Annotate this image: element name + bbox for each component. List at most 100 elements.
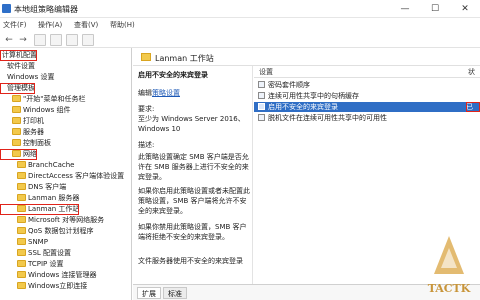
- navigation-tree[interactable]: 计算机配置软件设置 Windows 设置 管理模板 "开始"菜单和任务栏 Windows…: [0, 48, 132, 300]
- forward-arrow-icon[interactable]: →: [17, 34, 29, 46]
- title-bar: 本地组策略编辑器 — ☐ ✕: [0, 0, 480, 18]
- description-p3: 如果你禁用此策略设置，SMB 客户端将拒绝不安全的来宾登录。: [138, 223, 247, 241]
- tree-item[interactable]: TCPIP 设置: [0, 259, 131, 270]
- back-arrow-icon[interactable]: ←: [3, 34, 15, 46]
- menu-bar: 文件(F) 操作(A) 查看(V) 帮助(H): [0, 18, 480, 32]
- watermark-logo: TACTK: [428, 236, 471, 295]
- folder-icon: [17, 194, 26, 201]
- folder-icon: [12, 139, 21, 146]
- setting-row[interactable]: 密码套件顺序: [254, 80, 480, 90]
- tab-extended[interactable]: 扩展: [137, 287, 161, 299]
- folder-icon: [17, 227, 26, 234]
- tree-item-label: Windows 组件: [23, 106, 71, 114]
- properties-icon[interactable]: [50, 34, 62, 46]
- tree-item[interactable]: Windows 组件: [0, 105, 131, 116]
- tree-item[interactable]: Microsoft 对等网络服务: [0, 215, 131, 226]
- tree-item-label: SSL 配置设置: [28, 249, 72, 257]
- policy-title: 启用不安全的来宾登录: [138, 71, 208, 79]
- policy-folder-title: Lanman 工作站: [155, 54, 214, 63]
- tree-item[interactable]: "开始"菜单和任务栏: [0, 94, 131, 105]
- tree-item[interactable]: 控制面板: [0, 138, 131, 149]
- tree-item-label: Windows 连接管理器: [28, 271, 97, 279]
- folder-icon: [17, 183, 26, 190]
- folder-icon: [17, 205, 26, 212]
- setting-label: 脱机文件在连续可用性共享中的可用性: [268, 114, 387, 122]
- tree-item-label: 软件设置: [7, 62, 35, 70]
- edit-prefix: 编辑: [138, 89, 152, 97]
- menu-help[interactable]: 帮助(H): [110, 20, 135, 30]
- setting-row[interactable]: 连续可用性共享中的句柄缓存: [254, 91, 480, 101]
- policy-setting-icon: [258, 92, 265, 99]
- tree-item-label: Windows 设置: [7, 73, 55, 81]
- description-p4: 文件服务器使用不安全的来宾登录: [138, 257, 243, 265]
- tree-item[interactable]: DirectAccess 客户端体验设置: [0, 171, 131, 182]
- tree-item[interactable]: Windows 设置: [0, 72, 131, 83]
- setting-state-badge: 已: [466, 102, 480, 112]
- maximize-button[interactable]: ☐: [420, 0, 450, 18]
- tree-item-label: Microsoft 对等网络服务: [28, 216, 105, 224]
- folder-icon: [12, 150, 21, 157]
- folder-icon: [17, 172, 26, 179]
- tree-item[interactable]: 网络: [0, 149, 37, 160]
- tree-item[interactable]: QoS 数据包计划程序: [0, 226, 131, 237]
- folder-icon: [17, 282, 26, 289]
- window-title: 本地组策略编辑器: [14, 5, 78, 14]
- tree-item-label: DNS 客户端: [28, 183, 67, 191]
- policy-setting-icon: [258, 81, 265, 88]
- setting-row[interactable]: 脱机文件在连续可用性共享中的可用性: [254, 113, 480, 123]
- requirements-label: 要求:: [138, 105, 155, 113]
- folder-icon: [12, 95, 21, 102]
- menu-view[interactable]: 查看(V): [74, 20, 98, 30]
- menu-file[interactable]: 文件(F): [3, 20, 27, 30]
- folder-icon: [17, 249, 26, 256]
- folder-icon: [17, 216, 26, 223]
- description-p2: 如果你启用此策略设置或者未配置此策略设置，SMB 客户端将允许不安全的来宾登录。: [138, 187, 250, 215]
- tree-item[interactable]: 计算机配置: [0, 50, 37, 61]
- folder-icon: [17, 161, 26, 168]
- tree-item[interactable]: Windows立即连接: [0, 281, 131, 292]
- tree-item[interactable]: 软件设置: [0, 61, 131, 72]
- app-icon: [2, 4, 11, 13]
- help-icon[interactable]: [66, 34, 78, 46]
- tree-item-label: BranchCache: [28, 161, 75, 169]
- settings-column-label: 设置: [259, 68, 273, 76]
- tree-item-label: Lanman 服务器: [28, 194, 80, 202]
- tree-item[interactable]: BranchCache: [0, 160, 131, 171]
- tree-item[interactable]: 打印机: [0, 116, 131, 127]
- state-column-label: 状: [468, 68, 475, 76]
- tree-item[interactable]: 管理模板: [0, 83, 35, 94]
- folder-icon: [141, 53, 151, 61]
- show-hide-tree-icon[interactable]: [34, 34, 46, 46]
- tree-item[interactable]: DNS 客户端: [0, 182, 131, 193]
- folder-icon: [17, 238, 26, 245]
- tree-item-label: 服务器: [23, 128, 44, 136]
- filter-icon[interactable]: [82, 34, 94, 46]
- tree-item[interactable]: 服务器: [0, 127, 131, 138]
- description-label: 描述:: [138, 141, 155, 149]
- folder-icon: [17, 271, 26, 278]
- requirements-text: 至少为 Windows Server 2016、Windows 10: [138, 115, 245, 133]
- close-button[interactable]: ✕: [450, 0, 480, 18]
- policy-setting-icon: [258, 103, 265, 110]
- tree-item-label: TCPIP 设置: [28, 260, 64, 268]
- tree-item[interactable]: SNMP: [0, 237, 131, 248]
- edit-policy-link[interactable]: 策略设置: [152, 89, 180, 97]
- description-p1: 此策略设置确定 SMB 客户端是否允许在 SMB 服务器上进行不安全的来宾登录。: [138, 153, 249, 181]
- folder-icon: [12, 117, 21, 124]
- tab-standard[interactable]: 标准: [163, 287, 187, 299]
- tree-item-label: "开始"菜单和任务栏: [23, 95, 86, 103]
- tree-item-label: 计算机配置: [2, 51, 37, 59]
- folder-icon: [12, 128, 21, 135]
- setting-row-selected[interactable]: 启用不安全的来宾登录 已: [254, 102, 480, 112]
- policy-folder-header: Lanman 工作站: [133, 48, 480, 66]
- tree-item[interactable]: Windows 连接管理器: [0, 270, 131, 281]
- tree-item[interactable]: Lanman 服务器: [0, 193, 131, 204]
- menu-action[interactable]: 操作(A): [38, 20, 62, 30]
- tree-item[interactable]: Lanman 工作站: [0, 204, 80, 215]
- tree-item-label: 管理模板: [7, 84, 35, 92]
- settings-column-header[interactable]: 设置 状: [254, 66, 480, 78]
- tree-item-label: DirectAccess 客户端体验设置: [28, 172, 125, 180]
- tree-item[interactable]: SSL 配置设置: [0, 248, 131, 259]
- minimize-button[interactable]: —: [390, 0, 420, 18]
- description-pane: 启用不安全的来宾登录 编辑策略设置 要求: 至少为 Windows Server…: [133, 66, 253, 284]
